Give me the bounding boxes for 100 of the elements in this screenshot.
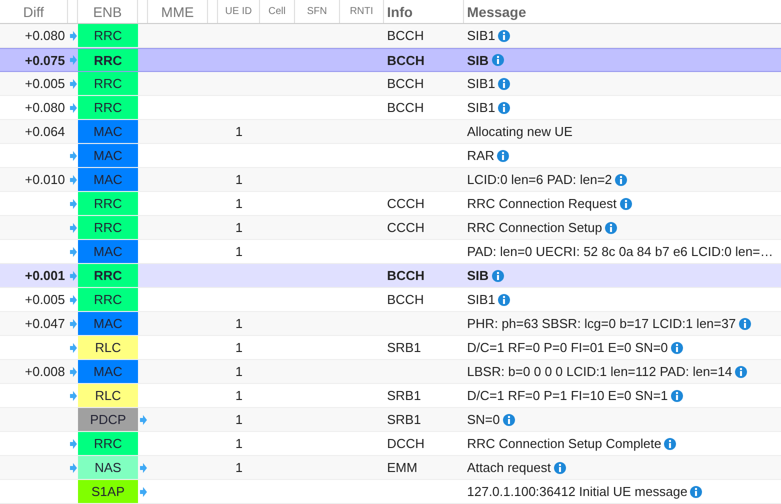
info-icon[interactable] — [498, 78, 510, 90]
column-header[interactable]: Diff — [0, 0, 68, 23]
table-cell: 1 — [235, 244, 243, 259]
table-row[interactable]: RRC 1 CCCH RRC Connection Request — [0, 192, 781, 216]
info-icon[interactable] — [620, 198, 632, 210]
arrow-icon[interactable] — [70, 55, 76, 65]
table-cell: SIB1 — [467, 28, 496, 43]
layer-tag: RLC — [78, 384, 138, 407]
arrow-icon[interactable] — [70, 438, 76, 448]
table-cell: SN=0 — [467, 412, 500, 427]
table-cell: SIB1 — [467, 292, 496, 307]
table-cell: 127.0.1.100:36412 Initial UE message — [467, 484, 688, 499]
arrow-icon[interactable] — [70, 462, 76, 472]
table-cell: Allocating new UE — [467, 124, 572, 139]
arrow-icon[interactable] — [70, 78, 76, 88]
arrow-icon[interactable] — [70, 150, 76, 160]
arrow-icon[interactable] — [70, 366, 76, 376]
arrow-icon[interactable] — [140, 486, 146, 496]
arrow-icon[interactable] — [70, 102, 76, 112]
table-row[interactable]: RLC 1 SRB1 D/C=1 RF=0 P=0 FI=01 E=0 SN=0 — [0, 336, 781, 360]
table-cell: 1 — [235, 316, 243, 331]
info-icon[interactable] — [498, 294, 510, 306]
layer-tag: RRC — [78, 49, 138, 71]
layer-tag: RRC — [78, 72, 138, 95]
info-icon[interactable] — [735, 366, 748, 378]
layer-tag: RLC — [78, 336, 138, 359]
table-cell: 1 — [235, 412, 243, 427]
table-row[interactable]: +0.005 RRC BCCH SIB1 — [0, 288, 781, 312]
layer-tag: MAC — [78, 168, 138, 191]
layer-tag: RRC — [78, 288, 138, 311]
table-row[interactable]: +0.075 RRC BCCH SIB — [0, 48, 781, 72]
table-cell: 1 — [235, 388, 243, 403]
info-icon[interactable] — [690, 486, 702, 498]
table-row[interactable]: MAC RAR — [0, 144, 781, 168]
arrow-icon[interactable] — [140, 462, 146, 472]
column-header[interactable]: Message — [464, 0, 781, 23]
table-row[interactable]: +0.080 RRC BCCH SIB1 — [0, 96, 781, 120]
info-icon[interactable] — [497, 150, 510, 162]
table-cell: +0.047 — [24, 316, 65, 331]
layer-tag: RRC — [78, 216, 138, 239]
table-cell: RRC Connection Setup — [467, 220, 602, 235]
table-row[interactable]: MAC 1 PAD: len=0 UECRI: 52 8c 0a 84 b7 e6 LCID:0 len=… — [0, 240, 781, 264]
table-cell: PHR: ph=63 SBSR: lcg=0 b=17 LCID:1 len=37 — [467, 316, 736, 331]
info-icon[interactable] — [492, 270, 504, 282]
info-icon[interactable] — [605, 222, 618, 234]
arrow-icon[interactable] — [70, 222, 76, 232]
column-header[interactable]: ENB — [78, 0, 138, 23]
table-row[interactable]: +0.080 RRC BCCH SIB1 — [0, 24, 781, 48]
arrow-icon[interactable] — [70, 270, 76, 280]
arrow-icon[interactable] — [70, 294, 76, 304]
arrow-icon[interactable] — [70, 342, 76, 352]
info-icon[interactable] — [615, 174, 628, 186]
table-row[interactable]: PDCP 1 SRB1 SN=0 — [0, 408, 781, 432]
table-cell: SRB1 — [387, 412, 421, 427]
arrow-icon[interactable] — [70, 318, 76, 328]
info-icon[interactable] — [738, 318, 751, 330]
info-icon[interactable] — [664, 438, 676, 450]
info-icon[interactable] — [498, 102, 510, 114]
table-row[interactable]: +0.008 MAC 1 LBSR: b=0 0 0 0 LCID:1 len=112 PAD: len=14 — [0, 360, 781, 384]
info-icon[interactable] — [670, 342, 683, 354]
arrow-icon[interactable] — [70, 30, 76, 40]
table-row[interactable]: S1AP 127.0.1.100:36412 Initial UE message — [0, 480, 781, 504]
table-cell: Attach request — [467, 460, 551, 475]
info-icon[interactable] — [498, 30, 510, 42]
table-cell: +0.001 — [24, 268, 65, 283]
column-header[interactable]: UE ID — [218, 0, 260, 23]
table-row[interactable]: RRC 1 DCCH RRC Connection Setup Complete — [0, 432, 781, 456]
table-cell: +0.005 — [24, 76, 65, 91]
arrow-icon[interactable] — [70, 174, 76, 184]
table-cell: BCCH — [387, 28, 424, 43]
layer-tag: RRC — [78, 24, 138, 47]
table-row[interactable]: +0.001 RRC BCCH SIB — [0, 264, 781, 288]
arrow-icon[interactable] — [70, 390, 76, 400]
table-cell: CCCH — [387, 220, 425, 235]
column-header[interactable]: RNTI — [340, 0, 384, 23]
table-row[interactable]: +0.064 MAC 1 Allocating new UE — [0, 120, 781, 144]
layer-tag: RRC — [78, 96, 138, 119]
arrow-icon[interactable] — [70, 246, 76, 256]
table-row[interactable]: NAS 1 EMM Attach request — [0, 456, 781, 480]
arrow-icon[interactable] — [70, 198, 76, 208]
layer-tag: MAC — [78, 240, 138, 263]
column-header[interactable]: MME — [148, 0, 208, 23]
table-row[interactable]: +0.010 MAC 1 LCID:0 len=6 PAD: len=2 — [0, 168, 781, 192]
table-cell: 1 — [235, 460, 243, 475]
info-icon[interactable] — [670, 390, 683, 402]
arrow-icon[interactable] — [140, 414, 146, 424]
column-header[interactable]: SFN — [295, 0, 340, 23]
layer-tag: RRC — [78, 432, 138, 455]
info-icon[interactable] — [492, 54, 504, 66]
column-header[interactable]: Cell — [260, 0, 295, 23]
info-icon[interactable] — [554, 462, 566, 474]
table-cell: DCCH — [387, 436, 425, 451]
table-row[interactable]: +0.047 MAC 1 PHR: ph=63 SBSR: lcg=0 b=17 LCID:1 len=37 — [0, 312, 781, 336]
table-row[interactable]: RLC 1 SRB1 D/C=1 RF=0 P=1 FI=10 E=0 SN=1 — [0, 384, 781, 408]
column-header[interactable]: Info — [384, 0, 464, 23]
table-cell: D/C=1 RF=0 P=1 FI=10 E=0 SN=1 — [467, 388, 668, 403]
table-cell: PAD: len=0 UECRI: 52 8c 0a 84 b7 e6 LCID:0 len=… — [467, 244, 774, 259]
table-row[interactable]: RRC 1 CCCH RRC Connection Setup — [0, 216, 781, 240]
table-row[interactable]: +0.005 RRC BCCH SIB1 — [0, 72, 781, 96]
info-icon[interactable] — [502, 414, 515, 426]
